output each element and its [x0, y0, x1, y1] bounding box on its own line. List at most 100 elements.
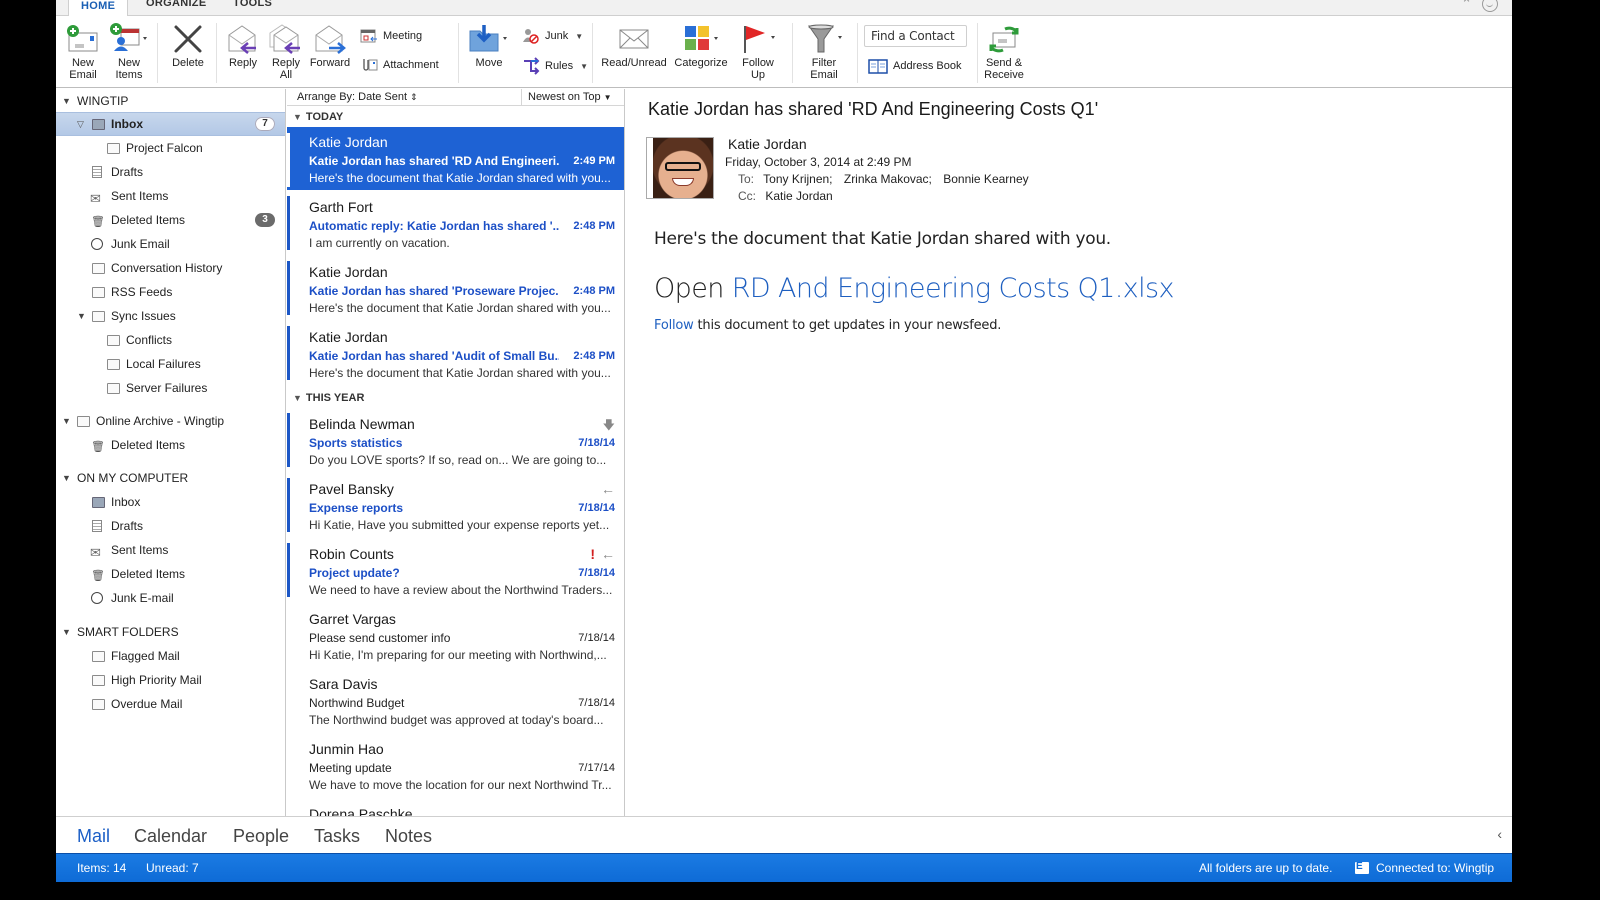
folder-icon: [107, 382, 120, 394]
folder-icon: [107, 358, 120, 370]
group-header-today[interactable]: ▼ TODAY: [293, 111, 343, 123]
folder-rss-feeds[interactable]: RSS Feeds: [56, 281, 285, 303]
folder-archive-deleted-items[interactable]: 🗑 Deleted Items: [56, 434, 285, 456]
folder-local-failures[interactable]: Local Failures: [56, 353, 285, 375]
find-contact-input[interactable]: Find a Contact: [864, 25, 967, 47]
forward-button[interactable]: Forward: [308, 21, 352, 69]
message-row[interactable]: Belinda Newman 🡇 Sports statistics 7/18/…: [287, 409, 624, 469]
tab-tools[interactable]: TOOLS: [233, 0, 272, 9]
recipient[interactable]: Bonnie Kearney: [943, 172, 1028, 186]
message-row[interactable]: Pavel Bansky ← Expense reports 7/18/14 H…: [287, 474, 624, 534]
folder-local-junk-email[interactable]: Junk E-mail: [56, 587, 285, 609]
red-flag-icon: [734, 21, 782, 57]
message-row[interactable]: Katie Jordan Katie Jordan has shared 'Au…: [287, 322, 624, 382]
folder-project-falcon[interactable]: Project Falcon: [56, 137, 285, 159]
read-unread-button[interactable]: Read/Unread: [600, 21, 668, 69]
message-row[interactable]: Garth Fort Automatic reply: Katie Jordan…: [287, 192, 624, 252]
nav-tasks[interactable]: Tasks: [314, 826, 360, 847]
collapse-ribbon-icon[interactable]: ⌃: [1461, 0, 1472, 12]
sort-order-dropdown[interactable]: Newest on Top ▼: [521, 89, 624, 105]
folder-online-archive[interactable]: ▼ Online Archive - Wingtip: [56, 410, 285, 432]
folder-conflicts[interactable]: Conflicts: [56, 329, 285, 351]
funnel-icon: [796, 21, 852, 57]
sent-icon: ✉: [90, 190, 101, 206]
new-items-button[interactable]: New Items: [106, 21, 152, 81]
rules-button[interactable]: Rules ▼: [522, 57, 588, 75]
tab-home[interactable]: HOME: [68, 0, 129, 16]
junk-button[interactable]: Junk ▼: [522, 28, 583, 44]
nav-calendar[interactable]: Calendar: [134, 826, 207, 847]
send-receive-button[interactable]: Send & Receive: [982, 21, 1026, 81]
junk-icon: [91, 238, 103, 250]
folder-local-inbox[interactable]: Inbox: [56, 491, 285, 513]
message-row[interactable]: Sara Davis Northwind Budget 7/18/14 The …: [287, 669, 624, 729]
folder-drafts[interactable]: Drafts: [56, 161, 285, 183]
sender-name[interactable]: Katie Jordan: [728, 136, 807, 152]
new-email-button[interactable]: New Email: [64, 21, 102, 81]
recipient[interactable]: Tony Krijnen;: [763, 172, 832, 186]
folder-local-sent-items[interactable]: ✉ Sent Items: [56, 539, 285, 561]
open-document-link[interactable]: RD And Engineering Costs Q1.xlsx: [732, 273, 1175, 304]
folder-sync-issues[interactable]: ▼ Sync Issues: [56, 305, 285, 327]
account-on-my-computer[interactable]: ▼ ON MY COMPUTER: [56, 467, 285, 489]
folder-inbox[interactable]: ▽ Inbox 7: [56, 112, 285, 136]
move-button[interactable]: Move: [466, 21, 512, 69]
recipient[interactable]: Katie Jordan: [765, 189, 832, 203]
message-row[interactable]: Garret Vargas Please send customer info …: [287, 604, 624, 664]
recipient[interactable]: Zrinka Makovac;: [844, 172, 932, 186]
follow-up-button[interactable]: Follow Up: [734, 21, 782, 81]
group-header-this-year[interactable]: ▼ THIS YEAR: [293, 392, 364, 404]
folder-local-drafts[interactable]: Drafts: [56, 515, 285, 537]
delete-x-icon: [166, 21, 210, 57]
unread-indicator: [287, 261, 290, 315]
feedback-smiley-icon[interactable]: [1482, 0, 1498, 12]
account-wingtip[interactable]: ▼ WINGTIP: [56, 90, 285, 112]
collapse-pane-chevron-icon[interactable]: ‹: [1497, 826, 1502, 842]
folder-local-deleted-items[interactable]: 🗑 Deleted Items: [56, 563, 285, 585]
categorize-color-grid-icon: [672, 21, 730, 57]
expand-triangle-icon[interactable]: ▼: [62, 416, 71, 426]
folder-sent-items[interactable]: ✉ Sent Items: [56, 185, 285, 207]
folder-icon: [92, 650, 105, 662]
folder-server-failures[interactable]: Server Failures: [56, 377, 285, 399]
smart-folder-overdue-mail[interactable]: Overdue Mail: [56, 693, 285, 715]
attachment-button[interactable]: Attachment: [360, 57, 439, 73]
sender-avatar[interactable]: [653, 138, 713, 198]
message-subject-heading: Katie Jordan has shared 'RD And Engineer…: [648, 99, 1099, 119]
expand-triangle-icon[interactable]: ▼: [62, 473, 71, 483]
smart-folder-flagged-mail[interactable]: Flagged Mail: [56, 645, 285, 667]
delete-button[interactable]: Delete: [166, 21, 210, 69]
open-document-line: Open RD And Engineering Costs Q1.xlsx: [654, 273, 1174, 304]
message-row[interactable]: Robin Counts ! ← Project update? 7/18/14…: [287, 539, 624, 599]
expand-triangle-icon[interactable]: ▼: [62, 96, 71, 106]
message-row[interactable]: Dorena Paschke: [287, 799, 624, 816]
reply-button[interactable]: Reply: [224, 21, 262, 69]
folder-junk-email[interactable]: Junk Email: [56, 233, 285, 255]
meeting-button[interactable]: Meeting: [360, 28, 422, 44]
junk-dropdown-caret: ▼: [575, 31, 584, 41]
expand-triangle-icon[interactable]: ▼: [62, 627, 71, 637]
folder-conversation-history[interactable]: Conversation History: [56, 257, 285, 279]
message-row[interactable]: Katie Jordan Katie Jordan has shared 'RD…: [287, 127, 624, 190]
smart-folders-section[interactable]: ▼ SMART FOLDERS: [56, 621, 285, 643]
arrange-by-dropdown[interactable]: Arrange By: Date Sent ⇕: [297, 91, 418, 103]
nav-mail[interactable]: Mail: [77, 826, 110, 847]
follow-link[interactable]: Follow: [654, 318, 694, 333]
nav-people[interactable]: People: [233, 826, 289, 847]
categorize-button[interactable]: Categorize: [672, 21, 730, 69]
expand-triangle-icon[interactable]: ▽: [77, 119, 84, 130]
folder-deleted-items[interactable]: 🗑 Deleted Items 3: [56, 209, 285, 231]
message-row[interactable]: Junmin Hao Meeting update 7/17/14 We hav…: [287, 734, 624, 794]
junk-sender-icon: [523, 29, 539, 44]
tab-organize[interactable]: ORGANIZE: [146, 0, 206, 9]
expand-triangle-icon[interactable]: ▼: [77, 311, 86, 321]
sort-updown-icon: ⇕: [410, 92, 418, 102]
new-items-icon: [106, 21, 152, 57]
address-book-button[interactable]: Address Book: [868, 58, 961, 74]
smart-folder-high-priority-mail[interactable]: High Priority Mail: [56, 669, 285, 691]
outlook-window: HOME ORGANIZE TOOLS ⌃ New Email New Item…: [56, 0, 1512, 882]
nav-notes[interactable]: Notes: [385, 826, 432, 847]
reply-all-button[interactable]: Reply All: [266, 21, 306, 81]
message-row[interactable]: Katie Jordan Katie Jordan has shared 'Pr…: [287, 257, 624, 317]
filter-email-button[interactable]: Filter Email: [796, 21, 852, 81]
